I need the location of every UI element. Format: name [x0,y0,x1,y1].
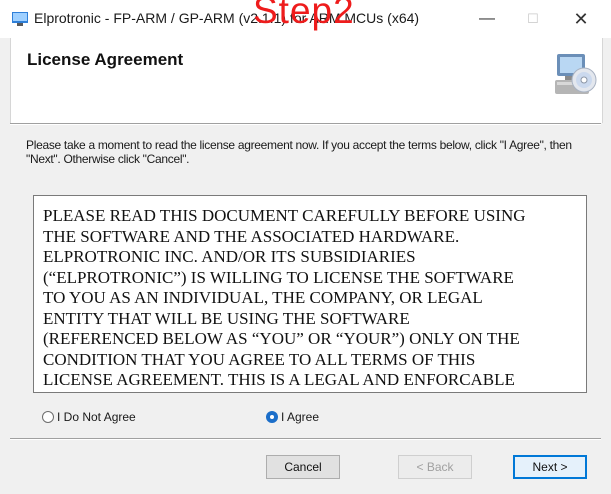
next-button[interactable]: Next > [513,455,587,479]
minimize-icon: — [479,10,495,27]
license-line: CONDITION THAT YOU AGREE TO ALL TERMS OF… [43,349,476,369]
license-line: (“ELPROTRONIC”) IS WILLING TO LICENSE TH… [43,267,514,287]
radio-disagree[interactable]: I Do Not Agree [42,410,136,424]
header-panel: License Agreement [10,38,603,123]
computer-cd-icon [555,54,597,94]
back-button[interactable]: < Back [398,455,472,479]
radio-checked-icon[interactable] [266,411,278,423]
radio-agree[interactable]: I Agree [266,410,319,424]
window-title: Elprotronic - FP-ARM / GP-ARM (v2.1.1) f… [34,10,420,26]
license-line: PLEASE READ THIS DOCUMENT CAREFULLY BEFO… [43,206,526,225]
license-line: ELPROTRONIC INC. AND/OR ITS SUBSIDIARIES [43,247,416,266]
license-text: PLEASE READ THIS DOCUMENT CAREFULLY BEFO… [43,206,571,391]
maximize-icon: ☐ [527,11,539,26]
step-annotation: Step2 [253,0,355,31]
cancel-button[interactable]: Cancel [266,455,340,479]
header-divider [10,123,601,125]
footer-divider [10,438,601,440]
page-title: License Agreement [27,50,184,69]
maximize-button[interactable]: ☐ [510,0,556,38]
close-icon: ✕ [573,8,589,29]
minimize-button[interactable]: — [464,0,510,38]
installer-icon [12,12,28,26]
close-button[interactable]: ✕ [558,0,604,38]
license-line: THE SOFTWARE AND THE ASSOCIATED HARDWARE… [43,226,460,246]
license-line: LICENSE AGREEMENT. THIS IS A LEGAL AND E… [43,370,515,389]
license-text-box[interactable]: PLEASE READ THIS DOCUMENT CAREFULLY BEFO… [33,195,587,393]
radio-unchecked-icon[interactable] [42,411,54,423]
instructions-text: Please take a moment to read the license… [26,138,572,166]
license-line: ENTITY THAT WILL BE USING THE SOFTWARE [43,308,410,328]
radio-disagree-label: I Do Not Agree [57,410,136,424]
radio-agree-label: I Agree [281,410,320,424]
license-line: TO YOU AS AN INDIVIDUAL, THE COMPANY, OR… [43,288,483,307]
license-line: (REFERENCED BELOW AS “YOU” OR “YOUR”) ON… [43,329,520,348]
